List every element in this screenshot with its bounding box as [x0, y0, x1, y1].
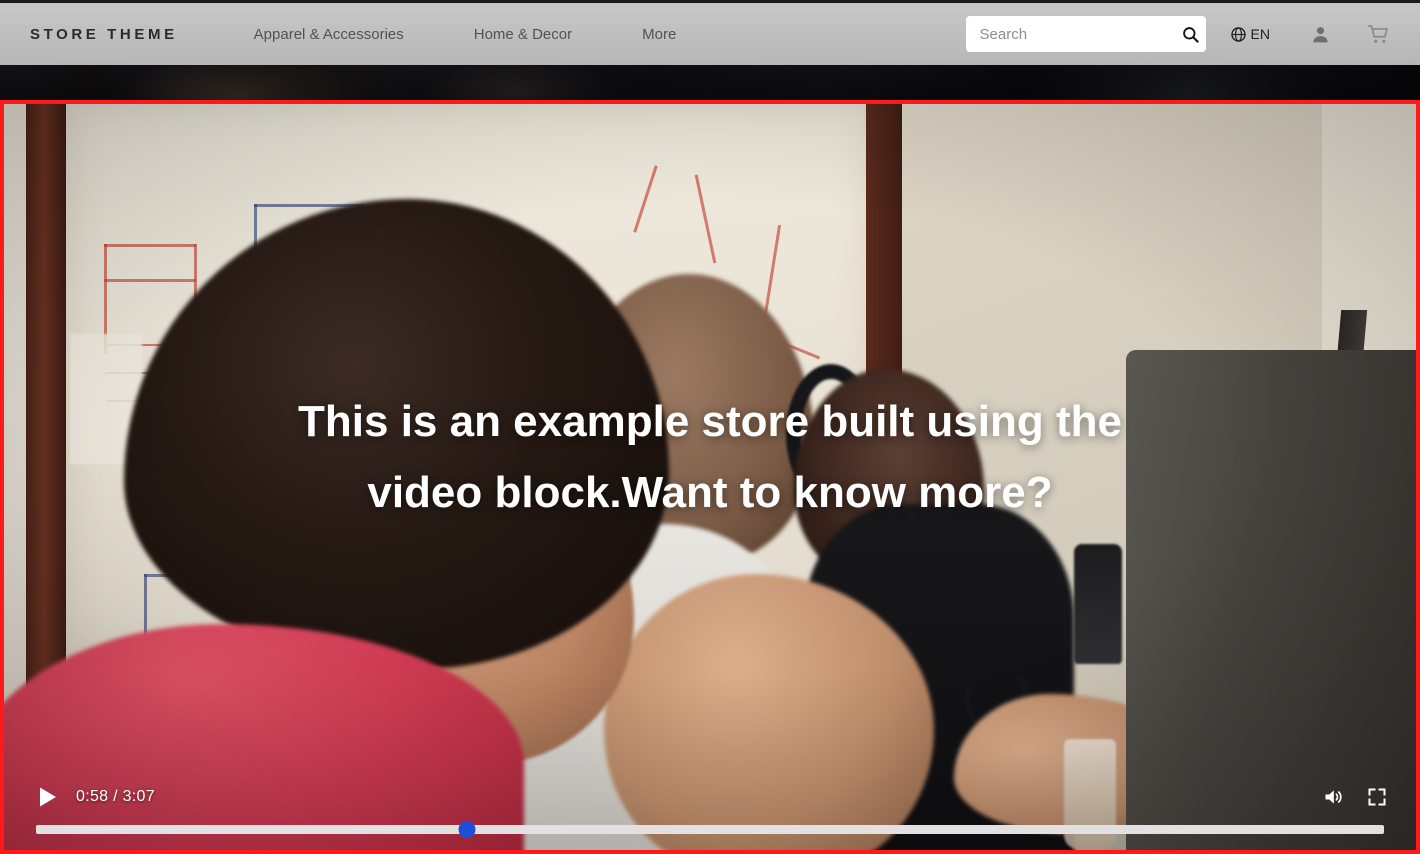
search-box[interactable] [965, 16, 1206, 52]
play-button[interactable] [36, 785, 60, 809]
video-player-surface[interactable] [4, 104, 1416, 850]
video-progress-bar[interactable] [36, 820, 1384, 838]
globe-icon [1230, 26, 1246, 42]
page-root: STORE THEME Apparel & Accessories Home &… [0, 0, 1420, 854]
video-controls: 0:58 / 3:07 [4, 780, 1416, 850]
user-icon [1312, 26, 1328, 42]
site-header: STORE THEME Apparel & Accessories Home &… [0, 0, 1420, 65]
video-block[interactable]: This is an example store built using the… [0, 100, 1420, 854]
language-label: EN [1250, 26, 1270, 42]
shopping-cart-icon [1367, 24, 1388, 43]
site-logo[interactable]: STORE THEME [30, 26, 178, 43]
nav-item-home-decor[interactable]: Home & Decor [474, 18, 572, 51]
video-progress-track[interactable] [36, 824, 1384, 834]
video-controls-row: 0:58 / 3:07 [4, 784, 1416, 810]
fullscreen-button[interactable] [1364, 784, 1390, 810]
video-time-display: 0:58 / 3:07 [76, 788, 155, 805]
play-icon [40, 787, 56, 807]
nav-item-apparel-accessories[interactable]: Apparel & Accessories [254, 18, 404, 51]
video-vignette [4, 104, 1416, 850]
cart-button[interactable] [1364, 20, 1392, 48]
search-icon [1182, 26, 1199, 43]
primary-navigation: Apparel & Accessories Home & Decor More [254, 18, 677, 51]
volume-button[interactable] [1320, 784, 1346, 810]
video-progress-handle[interactable] [458, 820, 476, 838]
header-actions: EN [965, 16, 1400, 52]
language-selector[interactable]: EN [1228, 22, 1272, 47]
fullscreen-icon [1368, 788, 1386, 806]
volume-high-icon [1325, 790, 1342, 804]
search-input[interactable] [979, 16, 1179, 52]
nav-item-more[interactable]: More [642, 18, 676, 51]
account-button[interactable] [1306, 20, 1334, 48]
search-submit-button[interactable] [1179, 25, 1202, 44]
